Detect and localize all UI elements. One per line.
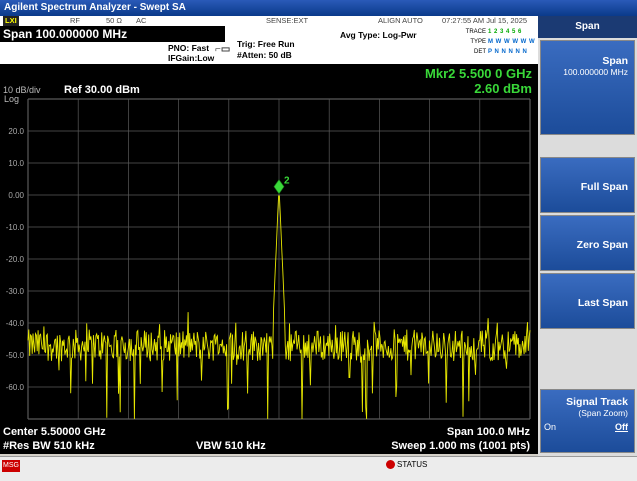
y-tick-label: 10.0 (8, 159, 24, 168)
pno-icon: ⌐▭ (215, 44, 231, 55)
rf-label: RF (70, 16, 80, 25)
graticule (27, 98, 531, 420)
ifgain-label: IFGain:Low (168, 53, 215, 63)
pno-label: PNO: Fast (168, 43, 210, 53)
status-indicator[interactable]: STATUS (386, 460, 428, 470)
settings-panel: Span 100.000000 MHz PNO: Fast IFGain:Low… (0, 26, 538, 65)
span-softkey[interactable]: Span 100.000000 MHz (540, 40, 635, 135)
full-span-button[interactable]: Full Span (540, 157, 635, 213)
zero-span-label: Zero Span (576, 239, 628, 251)
marker-diamond-icon[interactable] (273, 179, 285, 195)
spectrum-plot[interactable]: 20.0 10.0 0.00 -10.0 -20.0 -30.0 -40.0 -50.0 -60… (0, 64, 538, 454)
trace-table: TRACE 1 2 3 4 5 6 TYPE M W W W W W DET P… (462, 28, 538, 58)
y-tick-label: -10.0 (6, 223, 25, 232)
status-dot-icon (386, 460, 395, 470)
signal-track-sub: (Span Zoom) (578, 408, 628, 418)
msg-indicator[interactable]: MSG (2, 460, 20, 472)
sweep-time[interactable]: Sweep 1.000 ms (1001 pts) (391, 440, 530, 452)
trig-label: Trig: Free Run (237, 39, 295, 49)
last-span-label: Last Span (577, 297, 628, 309)
type-label: TYPE (470, 39, 486, 45)
y-tick-label: -60.0 (6, 383, 25, 392)
signal-track-button[interactable]: Signal Track (Span Zoom) On Off (540, 389, 635, 453)
softkey-panel: Span Span 100.000000 MHz Full Span Zero … (538, 16, 637, 456)
y-tick-label: 20.0 (8, 127, 24, 136)
y-tick-label: -20.0 (6, 255, 25, 264)
res-bw[interactable]: #Res BW 510 kHz (3, 440, 95, 452)
span-softkey-label: Span (602, 55, 628, 67)
atten-label: #Atten: 50 dB (237, 50, 292, 60)
det-label: DET (474, 49, 486, 55)
avg-type-label: Avg Type: Log-Pwr (340, 30, 417, 40)
spectrum-display[interactable]: 10 dB/div Log Ref 30.00 dBm Mkr2 5.500 0… (0, 64, 538, 454)
det-value: P N N N N N (488, 49, 528, 55)
sense-label: SENSE:EXT (266, 16, 309, 25)
signal-track-on[interactable]: On (544, 422, 556, 432)
y-tick-label: 0.00 (8, 191, 24, 200)
vbw[interactable]: VBW 510 kHz (196, 440, 266, 452)
trace-value: 1 2 3 4 5 6 (488, 29, 522, 35)
marker-number: 2 (284, 176, 290, 187)
softkey-menu-title: Span (538, 16, 637, 38)
status-row: LXI RF 50 Ω AC SENSE:EXT ALIGN AUTO 07:2… (0, 16, 538, 26)
y-tick-label: -40.0 (6, 319, 25, 328)
signal-track-label: Signal Track (566, 396, 628, 408)
rf-indicator: LXI (3, 16, 19, 26)
impedance-label: 50 Ω (106, 16, 123, 25)
status-bar: MSG STATUS (0, 456, 637, 481)
y-tick-labels: 20.0 10.0 0.00 -10.0 -20.0 -30.0 -40.0 -50.0 -60… (6, 127, 25, 392)
span-readout[interactable]: Span 100.000000 MHz (0, 26, 225, 42)
y-tick-label: -50.0 (6, 351, 25, 360)
y-tick-label: -30.0 (6, 287, 25, 296)
status-label: STATUS (397, 460, 428, 469)
full-span-label: Full Span (580, 181, 628, 193)
span-softkey-value: 100.000000 MHz (563, 67, 628, 77)
window-title: Agilent Spectrum Analyzer - Swept SA (0, 0, 637, 16)
zero-span-button[interactable]: Zero Span (540, 215, 635, 271)
align-label: ALIGN AUTO (378, 16, 423, 25)
coupling-label: AC (136, 16, 147, 25)
center-frequency[interactable]: Center 5.50000 GHz (3, 426, 106, 438)
last-span-button[interactable]: Last Span (540, 273, 635, 329)
trace-label: TRACE (465, 29, 486, 35)
type-value: M W W W W W (488, 39, 536, 45)
datetime-label: 07:27:55 AM Jul 15, 2025 (442, 16, 528, 25)
span-label[interactable]: Span 100.0 MHz (447, 426, 530, 438)
signal-track-off[interactable]: Off (615, 422, 628, 432)
